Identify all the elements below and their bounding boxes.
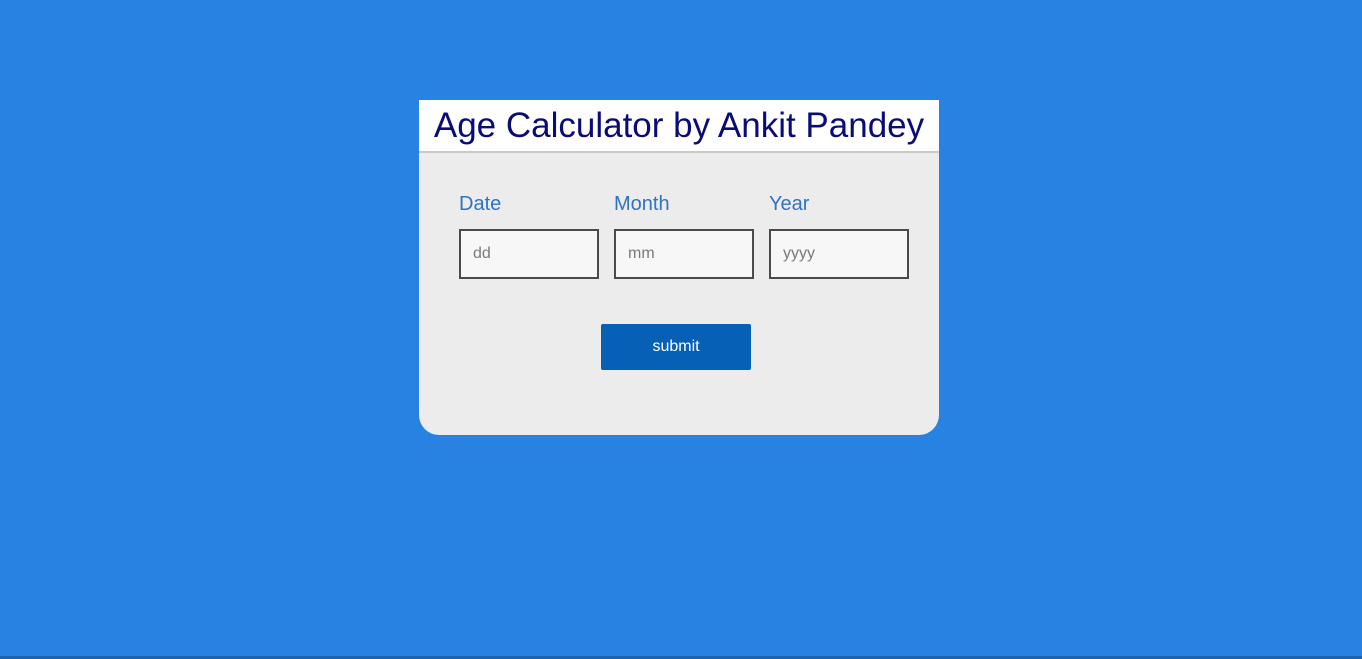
date-input[interactable]: [459, 229, 599, 279]
card-header: Age Calculator by Ankit Pandey: [419, 100, 939, 153]
submit-button[interactable]: submit: [601, 324, 751, 370]
age-calculator-card: Age Calculator by Ankit Pandey Date Mont…: [419, 100, 939, 435]
date-fields: Date Month Year: [459, 193, 909, 279]
year-input[interactable]: [769, 229, 909, 279]
date-label: Date: [459, 193, 502, 215]
month-input[interactable]: [614, 229, 754, 279]
month-field-group: Month: [614, 193, 754, 279]
month-label: Month: [614, 193, 670, 215]
year-field-group: Year: [769, 193, 909, 279]
page-title: Age Calculator by Ankit Pandey: [433, 106, 925, 145]
year-label: Year: [769, 193, 810, 215]
date-field-group: Date: [459, 193, 599, 279]
